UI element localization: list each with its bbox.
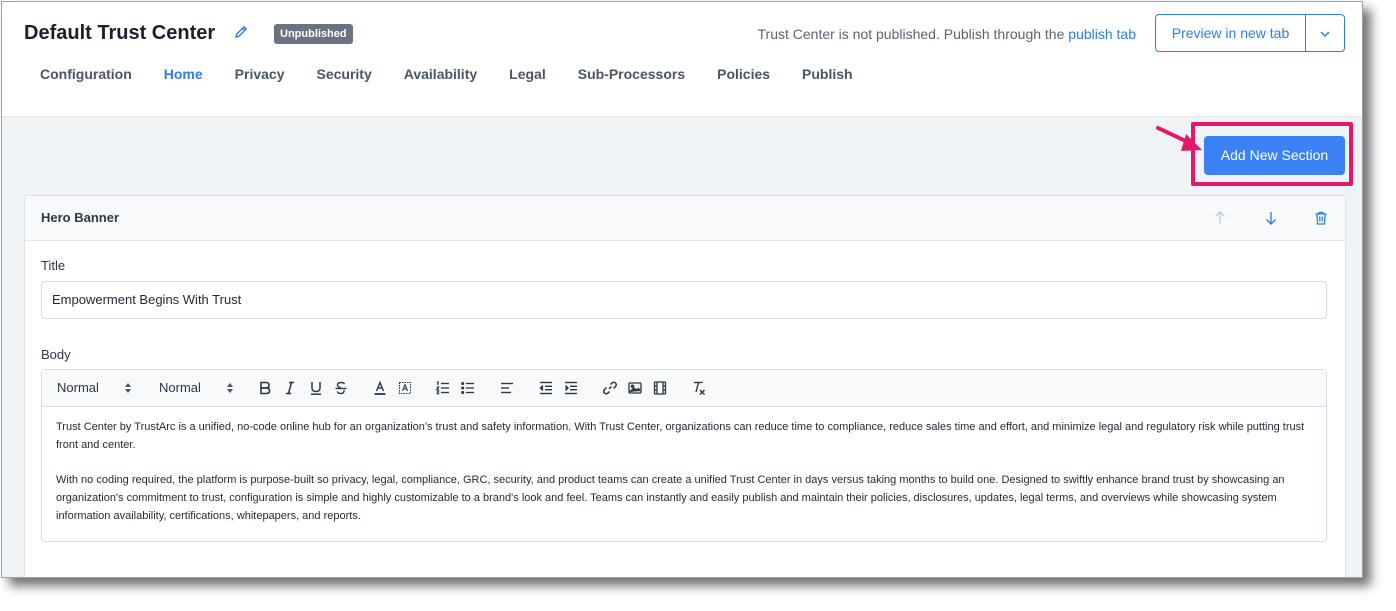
arrow-down-icon[interactable] (1263, 210, 1279, 226)
section-header: Hero Banner (25, 196, 1345, 241)
rich-text-editor: Normal Normal Trust Center by TrustArc i… (41, 369, 1327, 542)
publish-notice-text: Trust Center is not published. Publish t… (757, 26, 1065, 42)
body-paragraph: Trust Center by TrustArc is a unified, n… (56, 421, 1305, 451)
underline-icon[interactable] (308, 380, 324, 396)
select-caret-icon (227, 383, 233, 393)
editor-toolbar: Normal Normal (42, 370, 1326, 407)
pencil-icon[interactable] (233, 24, 249, 40)
top-bar: Default Trust Center Unpublished Trust C… (2, 2, 1362, 117)
tab-availability[interactable]: Availability (404, 66, 477, 82)
tab-security[interactable]: Security (317, 66, 372, 82)
tab-publish[interactable]: Publish (802, 66, 853, 82)
header-select[interactable]: Normal (57, 380, 99, 395)
tab-legal[interactable]: Legal (509, 66, 546, 82)
image-icon[interactable] (627, 380, 643, 396)
status-badge: Unpublished (274, 24, 353, 44)
strike-icon[interactable] (333, 380, 349, 396)
italic-icon[interactable] (282, 380, 298, 396)
publish-notice: Trust Center is not published. Publish t… (758, 26, 1137, 42)
tab-home[interactable]: Home (164, 66, 203, 82)
preview-dropdown-button[interactable] (1305, 14, 1345, 52)
align-icon[interactable] (499, 380, 515, 396)
clear-format-icon[interactable] (691, 380, 707, 396)
preview-in-new-tab-button[interactable]: Preview in new tab (1155, 14, 1305, 52)
title-input[interactable]: Empowerment Begins With Trust (41, 281, 1327, 319)
video-icon[interactable] (652, 380, 668, 396)
tab-sub-processors[interactable]: Sub-Processors (578, 66, 685, 82)
app-window: Default Trust Center Unpublished Trust C… (1, 1, 1363, 578)
body-paragraph: With no coding required, the platform is… (56, 474, 1285, 522)
highlight-icon[interactable] (397, 380, 413, 396)
arrow-up-icon[interactable] (1212, 210, 1228, 226)
tab-policies[interactable]: Policies (717, 66, 770, 82)
chevron-down-icon (1320, 31, 1330, 38)
select-caret-icon (125, 383, 131, 393)
outdent-icon[interactable] (538, 380, 554, 396)
bullet-list-icon[interactable] (460, 380, 476, 396)
trash-icon[interactable] (1313, 210, 1329, 226)
ordered-list-icon[interactable] (435, 380, 451, 396)
body-field-label: Body (41, 347, 71, 362)
tab-configuration[interactable]: Configuration (40, 66, 132, 82)
main-tabs: Configuration Home Privacy Security Avai… (40, 66, 885, 82)
publish-tab-link[interactable]: publish tab (1068, 26, 1136, 42)
editor-content[interactable]: Trust Center by TrustArc is a unified, n… (56, 418, 1306, 542)
size-select[interactable]: Normal (159, 380, 201, 395)
section-title: Hero Banner (41, 210, 120, 225)
link-icon[interactable] (602, 380, 618, 396)
indent-icon[interactable] (563, 380, 579, 396)
bold-icon[interactable] (257, 380, 273, 396)
hero-banner-section: Hero Banner Title Empowerment Begins Wit… (24, 195, 1346, 577)
content-area: Add New Section Hero Banner Title Empowe… (2, 117, 1362, 577)
text-color-icon[interactable] (372, 380, 388, 396)
add-new-section-button[interactable]: Add New Section (1204, 136, 1345, 175)
title-field-label: Title (41, 258, 66, 273)
tab-privacy[interactable]: Privacy (235, 66, 285, 82)
page-title: Default Trust Center (24, 22, 216, 44)
